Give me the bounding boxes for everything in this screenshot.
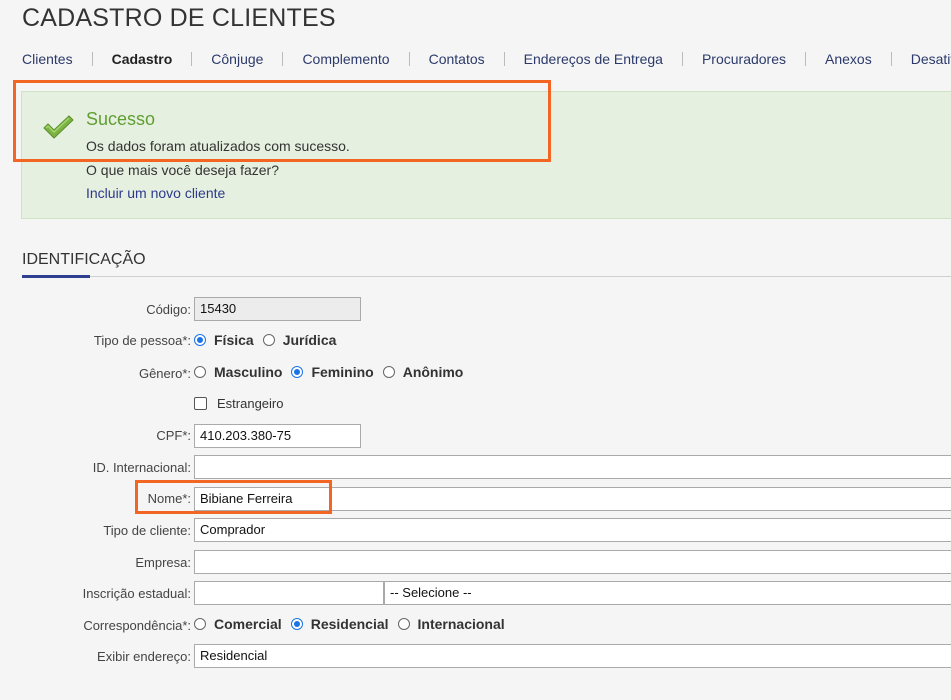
cpf-label: CPF*: [156,428,191,443]
alert-title: Sucesso [86,109,156,129]
tipo-cliente-label: Tipo de cliente: [103,523,191,538]
radio-comercial[interactable] [194,618,206,630]
section-accent-bar [22,275,90,278]
tab-cadastro[interactable]: Cadastro [112,51,173,67]
inscricao-estadual-field[interactable] [194,581,384,605]
correspondencia-label: Correspondência*: [83,618,191,633]
inscricao-estadual-label: Inscrição estadual: [82,586,191,601]
genero-label: Gênero*: [138,366,191,381]
id-internacional-label: ID. Internacional: [92,460,191,475]
radio-internacional-label: Internacional [417,616,505,632]
radio-feminino[interactable] [291,366,304,378]
estrangeiro-checkbox[interactable] [194,397,207,410]
tab-procuradores[interactable]: Procuradores [702,51,786,67]
tab-bar: Clientes Cadastro Cônjuge Complemento Co… [22,49,951,69]
tab-separator [805,52,807,66]
id-internacional-field[interactable] [194,455,951,479]
correspondencia-radio-group: Comercial Residencial Internacional [194,616,514,632]
empresa-field[interactable] [194,550,951,574]
inscricao-estadual-uf-select[interactable]: -- Selecione -- [384,581,951,605]
section-divider [22,276,951,277]
empresa-label: Empresa: [135,555,191,570]
tab-separator [408,52,410,66]
radio-internacional[interactable] [397,618,410,630]
radio-residencial-label: Residencial [310,616,389,632]
tab-separator [91,52,93,66]
tab-desativar[interactable]: Desativar [911,51,951,67]
tab-separator [681,52,683,66]
radio-anonimo[interactable] [382,366,395,378]
tab-conjuge[interactable]: Cônjuge [211,51,263,67]
alert-question: O que mais você deseja fazer? [86,162,279,178]
radio-juridica[interactable] [262,334,275,346]
tab-anexos[interactable]: Anexos [825,51,872,67]
tab-contatos[interactable]: Contatos [429,51,485,67]
cpf-field[interactable]: 410.203.380-75 [194,424,361,448]
nome-field[interactable]: Bibiane Ferreira [194,487,951,511]
radio-residencial[interactable] [290,618,303,630]
radio-fisica-label: Física [214,332,254,348]
tab-separator [890,52,892,66]
codigo-field: 15430 [194,297,361,321]
new-client-link[interactable]: Incluir um novo cliente [86,185,225,201]
estrangeiro-label: Estrangeiro [217,396,284,411]
tab-separator [191,52,193,66]
exibir-endereco-select[interactable]: Residencial [194,644,951,668]
radio-masculino[interactable] [194,366,206,378]
tab-separator [503,52,505,66]
codigo-label: Código: [146,302,191,317]
genero-radio-group: Masculino Feminino Anônimo [194,364,472,380]
radio-juridica-label: Jurídica [282,332,337,348]
alert-message: Os dados foram atualizados com sucesso. [86,138,350,154]
tipo-pessoa-radio-group: Física Jurídica [194,332,345,348]
radio-masculino-label: Masculino [214,364,283,380]
nome-label: Nome*: [147,491,191,506]
exibir-endereco-label: Exibir endereço: [97,649,191,664]
radio-feminino-label: Feminino [311,364,374,380]
radio-comercial-label: Comercial [214,616,282,632]
tab-complemento[interactable]: Complemento [302,51,389,67]
tab-clientes[interactable]: Clientes [22,51,73,67]
section-title: IDENTIFICAÇÃO [22,251,146,268]
tab-separator [282,52,284,66]
radio-fisica[interactable] [194,334,206,346]
radio-anonimo-label: Anônimo [402,364,464,380]
tipo-pessoa-label: Tipo de pessoa*: [93,333,191,348]
tab-enderecos-entrega[interactable]: Endereços de Entrega [524,51,663,67]
tipo-cliente-select[interactable]: Comprador [194,518,951,542]
checkmark-icon [43,115,74,139]
page-title: CADASTRO DE CLIENTES [22,4,336,32]
